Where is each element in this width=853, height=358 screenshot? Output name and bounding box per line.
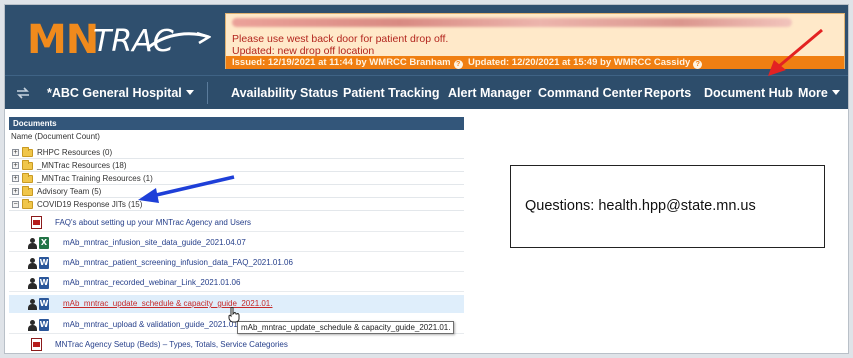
folder-row[interactable]: + RHPC Resources (0) [9, 147, 464, 159]
questions-contact: Questions: health.hpp@state.mn.us [525, 198, 756, 214]
folder-label: _MNTrac Resources (18) [37, 161, 127, 170]
switch-agency-icon[interactable] [15, 85, 31, 101]
user-icon [28, 258, 37, 269]
banner-meta-bar: Issued: 12/19/2021 at 11:44 by WMRCC Bra… [226, 56, 844, 69]
folder-label: Advisory Team (5) [37, 187, 102, 196]
banner-updated: Updated: 12/20/2021 at 15:49 by WMRCC Ca… [468, 57, 703, 69]
folder-label: RHPC Resources (0) [37, 148, 113, 157]
banner-message: Please use west back door for patient dr… [232, 33, 449, 45]
nav-document-hub[interactable]: Document Hub [704, 86, 793, 100]
document-row[interactable]: W mAb_mntrac_patient_screening_infusion_… [9, 254, 464, 272]
expand-icon[interactable]: + [12, 162, 19, 169]
folder-row[interactable]: + _MNTrac Resources (18) [9, 160, 464, 172]
nav-availability-status[interactable]: Availability Status [231, 86, 338, 100]
expand-icon[interactable]: + [12, 175, 19, 182]
banner-issued-text: Issued: 12/19/2021 at 11:44 by WMRCC Bra… [232, 57, 451, 68]
document-link[interactable]: FAQ's about setting up your MNTrac Agenc… [55, 218, 251, 228]
user-icon [28, 320, 37, 331]
folder-icon [22, 173, 33, 183]
folder-row-covid19[interactable]: − COVID19 Response JITs (15) [9, 199, 464, 211]
help-icon[interactable]: ? [693, 60, 703, 69]
folder-open-icon [22, 199, 33, 209]
user-icon [28, 278, 37, 289]
word-file-icon: W [39, 257, 49, 269]
collapse-icon[interactable]: − [12, 201, 19, 208]
logo-swoosh-icon [148, 31, 211, 49]
pdf-file-icon [31, 338, 42, 351]
chevron-down-icon [185, 90, 194, 95]
nav-more-label: More [798, 86, 828, 100]
nav-more[interactable]: More [798, 86, 840, 100]
hospital-name: *ABC General Hospital [47, 86, 182, 100]
alert-banner: Please use west back door for patient dr… [225, 13, 845, 69]
document-link[interactable]: mAb_mntrac_upload & validation_guide_202… [63, 320, 249, 330]
nav-command-center[interactable]: Command Center [538, 86, 642, 100]
folder-icon [22, 147, 33, 157]
documents-column-label: Name (Document Count) [11, 132, 100, 141]
document-row[interactable]: X mAb_mntrac_infusion_site_data_guide_20… [9, 234, 464, 252]
user-icon [28, 299, 37, 310]
pdf-file-icon [31, 216, 42, 229]
document-row[interactable]: MNTrac Agency Setup (Beds) – Types, Tota… [9, 336, 464, 353]
banner-issued: Issued: 12/19/2021 at 11:44 by WMRCC Bra… [232, 57, 463, 69]
chevron-down-icon [831, 90, 840, 95]
nav-patient-tracking[interactable]: Patient Tracking [343, 86, 440, 100]
folder-label: _MNTrac Training Resources (1) [37, 174, 153, 183]
nav-alert-manager[interactable]: Alert Manager [448, 86, 531, 100]
word-file-icon: W [39, 277, 49, 289]
document-link[interactable]: mAb_mntrac_infusion_site_data_guide_2021… [63, 238, 246, 248]
mntrac-logo[interactable]: MN TRAC [27, 15, 217, 67]
app-header: MN TRAC Please use west back door for pa… [5, 5, 848, 75]
questions-callout: Questions: health.hpp@state.mn.us [510, 165, 825, 248]
excel-file-icon: X [39, 237, 49, 249]
logo-mn-text: MN [27, 17, 99, 63]
word-file-icon: W [39, 298, 49, 310]
user-icon [28, 238, 37, 249]
document-row[interactable]: FAQ's about setting up your MNTrac Agenc… [9, 214, 464, 232]
mntrac-window: MN TRAC Please use west back door for pa… [4, 4, 849, 354]
folder-icon [22, 186, 33, 196]
word-file-icon: W [39, 319, 49, 331]
document-link[interactable]: mAb_mntrac_patient_screening_infusion_da… [63, 258, 293, 268]
document-link[interactable]: mAb_mntrac_recorded_webinar_Link_2021.01… [63, 278, 240, 288]
nav-reports[interactable]: Reports [644, 86, 691, 100]
hand-cursor-icon [228, 307, 240, 323]
help-icon[interactable]: ? [453, 60, 463, 69]
document-tooltip: mAb_mntrac_update_schedule & capacity_gu… [237, 321, 455, 334]
document-link[interactable]: MNTrac Agency Setup (Beds) – Types, Tota… [55, 340, 288, 350]
expand-icon[interactable]: + [12, 188, 19, 195]
folder-label: COVID19 Response JITs (15) [37, 200, 143, 209]
document-row[interactable]: W mAb_mntrac_recorded_webinar_Link_2021.… [9, 274, 464, 292]
documents-header: Documents [9, 117, 464, 130]
folder-icon [22, 160, 33, 170]
redacted-text [232, 18, 792, 27]
document-link[interactable]: mAb_mntrac_update_schedule & capacity_gu… [63, 299, 272, 309]
main-nav: *ABC General Hospital Availability Statu… [5, 75, 848, 109]
folder-row[interactable]: + Advisory Team (5) [9, 186, 464, 198]
hospital-selector[interactable]: *ABC General Hospital [47, 86, 194, 100]
expand-icon[interactable]: + [12, 149, 19, 156]
folder-row[interactable]: + _MNTrac Training Resources (1) [9, 173, 464, 185]
banner-updated-text: Updated: 12/20/2021 at 15:49 by WMRCC Ca… [468, 57, 691, 68]
nav-divider [207, 82, 208, 104]
